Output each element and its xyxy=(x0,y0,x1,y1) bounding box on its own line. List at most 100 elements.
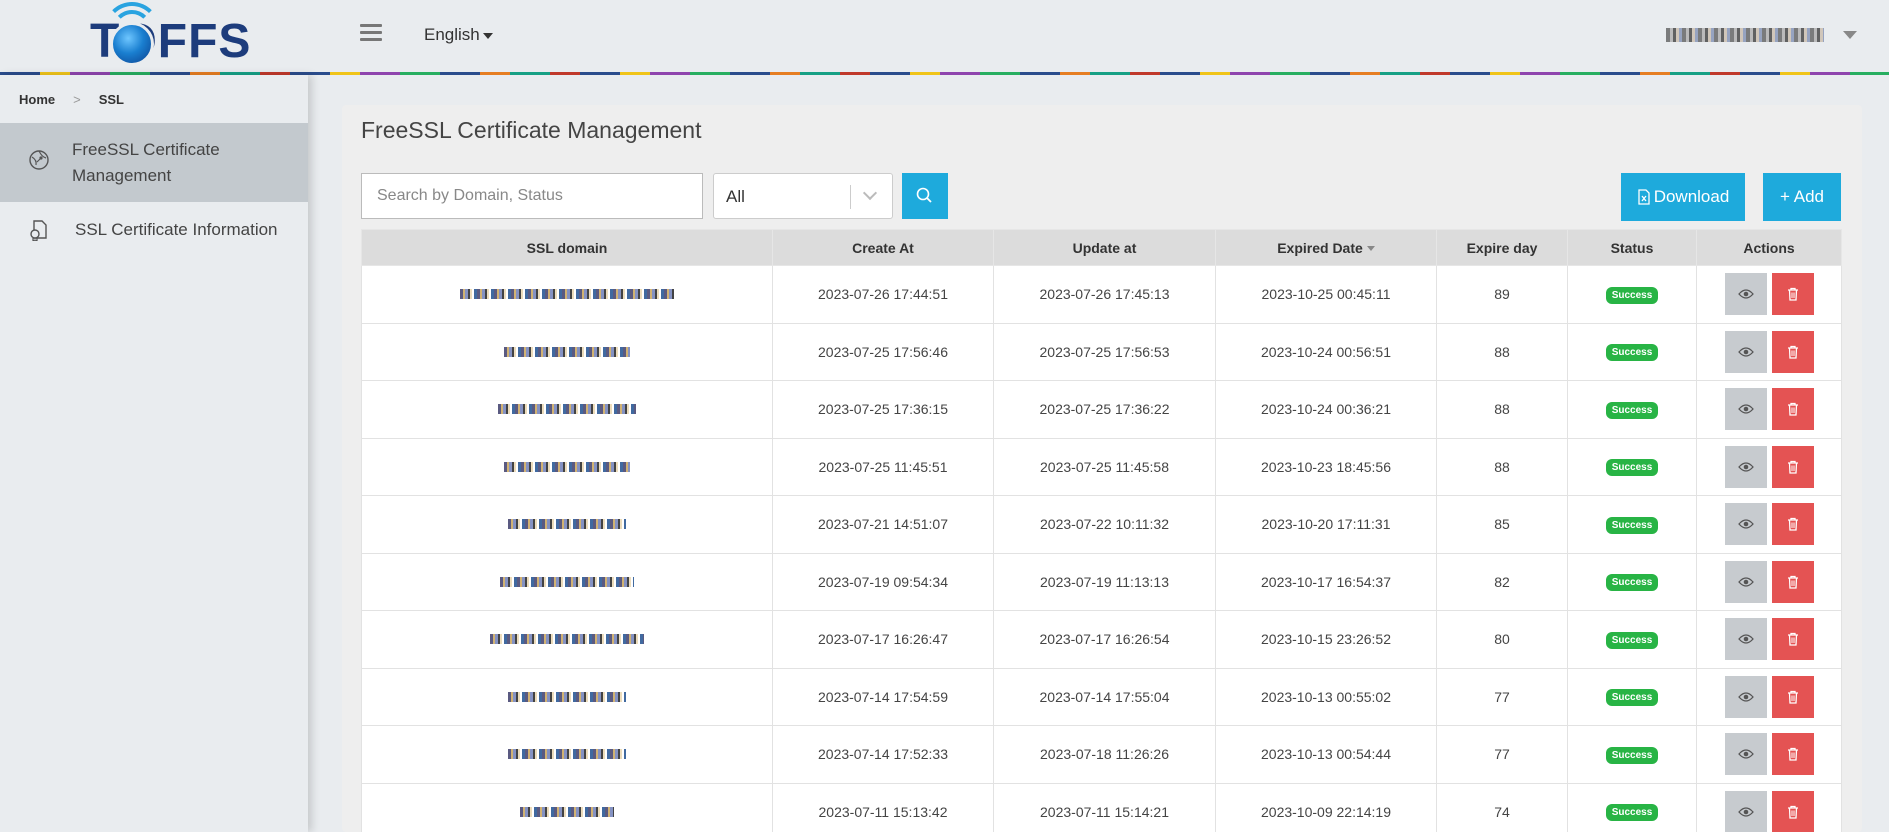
cell-created: 2023-07-25 17:36:15 xyxy=(772,380,994,439)
domain-redacted xyxy=(508,519,626,530)
search-button[interactable] xyxy=(902,173,948,219)
cell-actions xyxy=(1696,380,1842,439)
col-expired-date[interactable]: Expired Date xyxy=(1215,229,1437,266)
view-button[interactable] xyxy=(1724,675,1767,718)
sidebar-item-freessl[interactable]: FreeSSL Certificate Management xyxy=(0,123,308,202)
cell-status: Success xyxy=(1567,725,1697,784)
eye-icon xyxy=(1737,519,1754,529)
table-row: 2023-07-14 17:52:33 2023-07-18 11:26:26 20… xyxy=(361,725,1842,784)
view-button[interactable] xyxy=(1724,273,1767,316)
sidebar-item-ssl-info[interactable]: SSL Certificate Information xyxy=(0,202,308,258)
eye-icon xyxy=(1737,404,1754,414)
search-input[interactable] xyxy=(361,173,703,219)
cell-status: Success xyxy=(1567,610,1697,669)
cell-status: Success xyxy=(1567,667,1697,726)
cell-expired: 2023-10-23 18:45:56 xyxy=(1215,437,1437,496)
table-row: 2023-07-25 11:45:51 2023-07-25 11:45:58 20… xyxy=(361,437,1842,496)
trash-icon xyxy=(1787,805,1798,819)
trash-icon xyxy=(1787,748,1798,761)
cell-updated: 2023-07-17 16:26:54 xyxy=(993,610,1216,669)
view-button[interactable] xyxy=(1724,388,1767,431)
delete-button[interactable] xyxy=(1771,503,1814,546)
delete-button[interactable] xyxy=(1771,445,1814,488)
view-button[interactable] xyxy=(1724,503,1767,546)
trash-icon xyxy=(1787,575,1798,589)
logo-globe xyxy=(110,22,154,66)
table-header-row: SSL domain Create At Update at Expired D… xyxy=(361,229,1842,266)
cell-expired: 2023-10-13 00:54:44 xyxy=(1215,725,1437,784)
cell-expired: 2023-10-25 00:45:11 xyxy=(1215,265,1437,324)
cell-expire-day: 80 xyxy=(1436,610,1568,669)
certificate-doc-icon xyxy=(30,220,47,241)
view-button[interactable] xyxy=(1724,618,1767,661)
user-menu-caret-icon[interactable] xyxy=(1843,31,1857,39)
delete-button[interactable] xyxy=(1771,273,1814,316)
status-badge: Success xyxy=(1605,689,1659,707)
cell-expire-day: 77 xyxy=(1436,725,1568,784)
table-row: 2023-07-17 16:26:47 2023-07-17 16:26:54 20… xyxy=(361,610,1842,669)
domain-redacted xyxy=(500,576,634,587)
language-dropdown[interactable]: English xyxy=(424,25,493,45)
trash-icon xyxy=(1787,345,1798,359)
cell-actions xyxy=(1696,495,1842,554)
cell-created: 2023-07-25 11:45:51 xyxy=(772,437,994,496)
col-expire-day: Expire day xyxy=(1436,229,1568,266)
cell-status: Success xyxy=(1567,495,1697,554)
domain-redacted xyxy=(490,634,644,645)
cell-status: Success xyxy=(1567,437,1697,496)
sidebar: Home > SSL FreeSSL Certificate Managemen… xyxy=(0,75,308,832)
view-button[interactable] xyxy=(1724,330,1767,373)
table-row: 2023-07-25 17:36:15 2023-07-25 17:36:22 20… xyxy=(361,380,1842,439)
view-button[interactable] xyxy=(1724,790,1767,832)
eye-icon xyxy=(1737,577,1754,587)
cell-expired: 2023-10-13 00:55:02 xyxy=(1215,667,1437,726)
cell-updated: 2023-07-25 11:45:58 xyxy=(993,437,1216,496)
cell-expire-day: 88 xyxy=(1436,437,1568,496)
language-label: English xyxy=(424,25,480,44)
cell-expire-day: 88 xyxy=(1436,380,1568,439)
trash-icon xyxy=(1787,690,1798,704)
menu-toggle-icon[interactable] xyxy=(360,24,382,44)
breadcrumb-current: SSL xyxy=(98,91,125,107)
cell-updated: 2023-07-18 11:26:26 xyxy=(993,725,1216,784)
cell-actions xyxy=(1696,610,1842,669)
delete-button[interactable] xyxy=(1771,560,1814,603)
cell-actions xyxy=(1696,322,1842,381)
delete-button[interactable] xyxy=(1771,388,1814,431)
cell-status: Success xyxy=(1567,782,1697,832)
cell-expire-day: 89 xyxy=(1436,265,1568,324)
status-badge: Success xyxy=(1605,401,1659,419)
excel-file-icon xyxy=(1638,189,1650,205)
col-create-at: Create At xyxy=(772,229,994,266)
cell-actions xyxy=(1696,437,1842,496)
cell-domain xyxy=(361,322,773,381)
cell-domain xyxy=(361,725,773,784)
view-button[interactable] xyxy=(1724,733,1767,776)
cell-updated: 2023-07-25 17:36:22 xyxy=(993,380,1216,439)
delete-button[interactable] xyxy=(1771,618,1814,661)
toffs-logo[interactable]: TOFFS xyxy=(90,2,250,66)
eye-icon xyxy=(1737,462,1754,472)
status-badge: Success xyxy=(1605,574,1659,592)
view-button[interactable] xyxy=(1724,445,1767,488)
delete-button[interactable] xyxy=(1771,733,1814,776)
top-header: TOFFS English xyxy=(0,0,1889,72)
status-filter-select[interactable]: All xyxy=(713,173,893,219)
view-button[interactable] xyxy=(1724,560,1767,603)
delete-button[interactable] xyxy=(1771,330,1814,373)
eye-icon xyxy=(1737,634,1754,644)
status-badge: Success xyxy=(1605,344,1659,362)
download-button[interactable]: Download xyxy=(1621,173,1745,221)
eye-icon xyxy=(1737,692,1754,702)
delete-button[interactable] xyxy=(1771,675,1814,718)
user-name-redacted[interactable] xyxy=(1666,28,1824,42)
col-status: Status xyxy=(1567,229,1697,266)
add-button[interactable]: + Add xyxy=(1763,173,1841,221)
breadcrumb-home[interactable]: Home xyxy=(19,92,55,107)
cell-domain xyxy=(361,265,773,324)
delete-button[interactable] xyxy=(1771,790,1814,832)
domain-redacted xyxy=(498,404,636,415)
cell-domain xyxy=(361,437,773,496)
cell-updated: 2023-07-22 10:11:32 xyxy=(993,495,1216,554)
breadcrumb: Home > SSL xyxy=(0,75,308,123)
